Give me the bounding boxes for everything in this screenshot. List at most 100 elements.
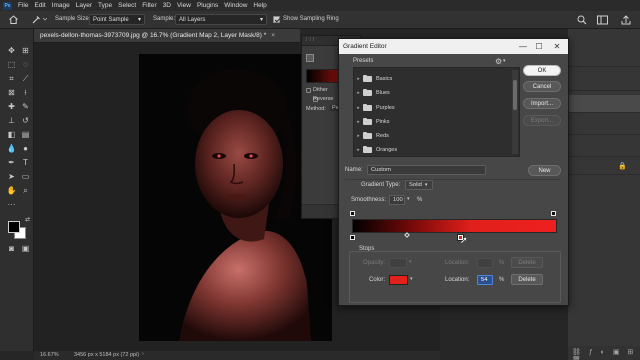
opacity-stop-right[interactable] bbox=[551, 211, 556, 216]
chevron-right-icon[interactable]: ▸ bbox=[354, 133, 363, 139]
chevron-right-icon[interactable]: ▸ bbox=[354, 147, 363, 153]
eyedropper-preset-picker[interactable] bbox=[30, 14, 48, 25]
crop-tool-icon[interactable]: ⌗ bbox=[6, 73, 17, 84]
lock-icon[interactable]: 🔒 bbox=[618, 162, 627, 170]
chevron-right-icon[interactable]: ▸ bbox=[354, 119, 363, 125]
layer-actions-icons[interactable]: ⛓ ƒ ◐ ▣ ⊞ 🗑 bbox=[572, 348, 640, 360]
menu-file[interactable]: File bbox=[18, 2, 28, 9]
chevron-down-icon[interactable]: ▾ bbox=[410, 276, 413, 282]
color-midpoint-diamond[interactable] bbox=[404, 232, 410, 238]
artboard-tool-icon[interactable]: ⊞ bbox=[20, 45, 31, 56]
color-stop-black[interactable] bbox=[350, 235, 355, 240]
sample-size-select[interactable]: Point Sample ▾ bbox=[89, 14, 145, 25]
presets-scrollbar[interactable] bbox=[512, 70, 518, 154]
photoshop-logo-icon[interactable]: Ps bbox=[3, 1, 12, 10]
panel-row[interactable] bbox=[568, 73, 640, 91]
menu-plugins[interactable]: Plugins bbox=[197, 2, 218, 9]
zoom-tool-icon[interactable]: ⌕ bbox=[20, 185, 31, 196]
menu-window[interactable]: Window bbox=[224, 2, 247, 9]
document-tab[interactable]: pexels-dellon-thomas-3973709.jpg @ 16.7%… bbox=[34, 29, 300, 43]
lasso-tool-icon[interactable]: ◌ bbox=[20, 59, 31, 70]
preset-folder-reds[interactable]: ▸ Reds bbox=[354, 129, 509, 143]
chevron-down-icon[interactable]: ▾ bbox=[407, 196, 410, 202]
smoothness-field[interactable]: 100 bbox=[389, 195, 405, 205]
close-icon[interactable]: ✕ bbox=[549, 39, 565, 54]
scrollbar-thumb[interactable] bbox=[513, 80, 517, 110]
history-brush-tool-icon[interactable]: ↺ bbox=[20, 115, 31, 126]
menu-edit[interactable]: Edit bbox=[34, 2, 45, 9]
clone-stamp-tool-icon[interactable]: ⊥ bbox=[6, 115, 17, 126]
slice-tool-icon[interactable]: ⟋ bbox=[20, 73, 31, 84]
chevron-down-icon[interactable]: ▾ bbox=[503, 58, 506, 64]
import-button[interactable]: Import... bbox=[523, 98, 561, 109]
gradient-bar[interactable] bbox=[352, 219, 557, 233]
export-button[interactable]: Export... bbox=[523, 115, 561, 126]
delete-opacity-stop-button[interactable]: Delete bbox=[511, 257, 543, 268]
move-tool-icon[interactable]: ✥ bbox=[6, 45, 17, 56]
delete-color-stop-button[interactable]: Delete bbox=[511, 274, 543, 285]
more-tools-icon[interactable]: ··· bbox=[6, 199, 17, 210]
presets-list[interactable]: ▸ Basics ▸ Blues ▸ Purples ▸ Pinks ▸ Red… bbox=[353, 67, 520, 157]
chevron-right-icon[interactable]: ▸ bbox=[354, 76, 363, 82]
frame-tool-icon[interactable]: ⊠ bbox=[6, 87, 17, 98]
preset-folder-basics[interactable]: ▸ Basics bbox=[354, 72, 509, 86]
hand-tool-icon[interactable]: ✋ bbox=[6, 185, 17, 196]
share-icon[interactable] bbox=[620, 14, 632, 26]
swap-colors-icon[interactable]: ⇄ bbox=[22, 215, 33, 226]
panel-tab-icons[interactable]: ⁞⁞⁞ bbox=[306, 37, 316, 43]
healing-brush-tool-icon[interactable]: ✚ bbox=[6, 101, 17, 112]
blur-tool-icon[interactable]: 💧 bbox=[6, 143, 17, 154]
pen-tool-icon[interactable]: ✒ bbox=[6, 157, 17, 168]
gear-icon[interactable]: ⚙ bbox=[495, 57, 502, 66]
preset-folder-pinks[interactable]: ▸ Pinks bbox=[354, 115, 509, 129]
menu-select[interactable]: Select bbox=[118, 2, 136, 9]
dither-checkbox[interactable] bbox=[306, 88, 311, 93]
opacity-stop-left[interactable] bbox=[350, 211, 355, 216]
zoom-level[interactable]: 16.67% bbox=[40, 352, 59, 358]
status-arrow-icon[interactable]: › bbox=[142, 351, 144, 357]
brush-tool-icon[interactable]: ✎ bbox=[20, 101, 31, 112]
rectangle-tool-icon[interactable]: ▭ bbox=[20, 171, 31, 182]
preset-folder-blues[interactable]: ▸ Blues bbox=[354, 86, 509, 100]
new-button[interactable]: New bbox=[528, 165, 561, 176]
ok-button[interactable]: OK bbox=[523, 65, 561, 76]
show-sampling-ring-checkbox[interactable] bbox=[273, 16, 280, 23]
menu-3d[interactable]: 3D bbox=[163, 2, 171, 9]
menu-type[interactable]: Type bbox=[98, 2, 112, 9]
foreground-color-swatch[interactable] bbox=[8, 221, 20, 233]
gradient-tool-icon[interactable]: ▤ bbox=[20, 129, 31, 140]
preset-folder-oranges[interactable]: ▸ Oranges bbox=[354, 143, 509, 157]
marquee-tool-icon[interactable]: ⬚ bbox=[6, 59, 17, 70]
name-field[interactable]: Custom bbox=[367, 165, 486, 175]
layer-row-selected[interactable] bbox=[568, 95, 640, 113]
panel-row[interactable] bbox=[568, 49, 640, 67]
color-location-field[interactable]: 54 bbox=[477, 275, 493, 285]
menu-layer[interactable]: Layer bbox=[76, 2, 92, 9]
layer-row[interactable] bbox=[568, 117, 640, 135]
cancel-button[interactable]: Cancel bbox=[523, 81, 561, 92]
stop-color-swatch[interactable] bbox=[389, 275, 408, 285]
chevron-right-icon[interactable]: ▸ bbox=[354, 90, 363, 96]
menu-filter[interactable]: Filter bbox=[142, 2, 156, 9]
layer-row[interactable] bbox=[568, 139, 640, 157]
preset-folder-purples[interactable]: ▸ Purples bbox=[354, 101, 509, 115]
sample-select[interactable]: All Layers ▾ bbox=[175, 14, 267, 25]
home-icon[interactable] bbox=[8, 14, 19, 25]
gradient-type-select[interactable]: Solid ▾ bbox=[405, 180, 433, 190]
screen-mode-icon[interactable]: ▣ bbox=[20, 243, 31, 254]
menu-help[interactable]: Help bbox=[253, 2, 266, 9]
chevron-right-icon[interactable]: ▸ bbox=[354, 105, 363, 111]
dodge-tool-icon[interactable]: ● bbox=[20, 143, 31, 154]
menu-view[interactable]: View bbox=[177, 2, 191, 9]
path-selection-tool-icon[interactable]: ➤ bbox=[6, 171, 17, 182]
menu-image[interactable]: Image bbox=[52, 2, 70, 9]
type-tool-icon[interactable]: T bbox=[20, 157, 31, 168]
workspace-icon[interactable] bbox=[596, 14, 610, 26]
maximize-icon[interactable]: ☐ bbox=[531, 39, 547, 54]
search-icon[interactable] bbox=[576, 14, 588, 26]
eyedropper-tool-icon[interactable]: ⟊ bbox=[20, 87, 31, 98]
close-tab-icon[interactable]: × bbox=[271, 32, 275, 39]
eraser-tool-icon[interactable]: ◧ bbox=[6, 129, 17, 140]
quick-mask-icon[interactable]: ◙ bbox=[6, 243, 17, 254]
minimize-icon[interactable]: — bbox=[515, 39, 531, 54]
